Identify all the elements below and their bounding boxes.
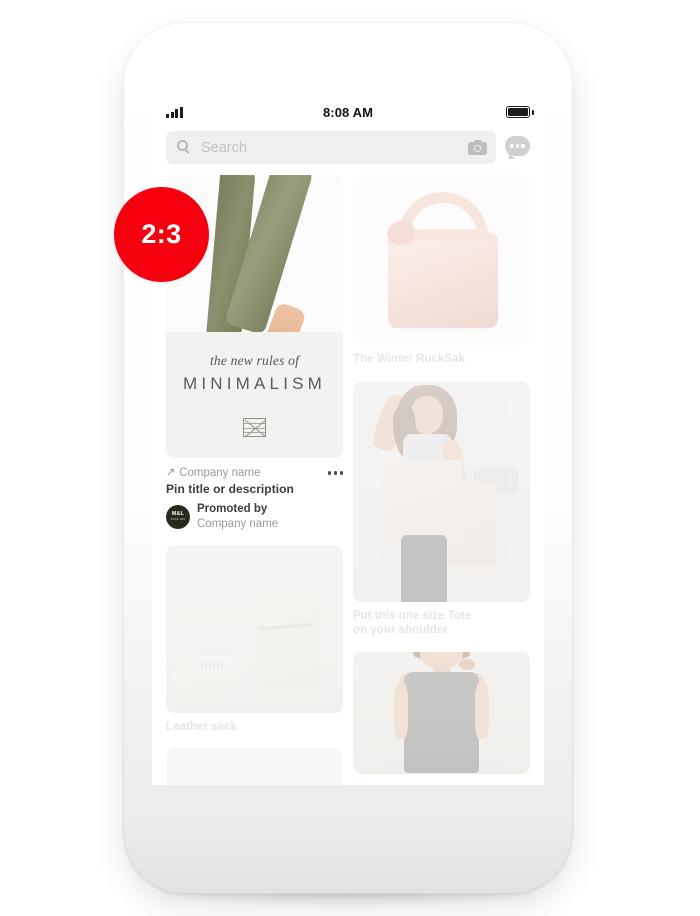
screenshot-stage: 8:08 AM Search the new rules of MINIMALI… bbox=[0, 0, 700, 916]
rucksak-image[interactable] bbox=[353, 175, 530, 345]
external-link-arrow-icon: ↗ bbox=[166, 466, 176, 478]
more-options-icon[interactable] bbox=[328, 471, 343, 475]
minimalism-caps-text: MINIMALISM bbox=[182, 374, 327, 394]
status-bar-right bbox=[506, 106, 534, 118]
promoted-by-label: Promoted by bbox=[197, 503, 268, 515]
partial-pin-image[interactable] bbox=[166, 748, 343, 785]
tote-image[interactable] bbox=[353, 380, 530, 602]
pin-partial-bottom-left[interactable] bbox=[166, 748, 343, 785]
promoted-pin-meta: ↗ Company name Pin title or description … bbox=[166, 467, 343, 531]
woman-with-tote-photo bbox=[353, 380, 530, 602]
pin-leather-sack[interactable]: Leather sack bbox=[166, 544, 343, 735]
search-placeholder: Search bbox=[201, 139, 247, 156]
tote-caption-line-2: on your shoulder bbox=[353, 624, 448, 636]
tote-caption-line-1: Put this one size Tote bbox=[353, 609, 472, 622]
promoted-by-company: Company name bbox=[197, 517, 279, 530]
pin-feed[interactable]: the new rules of MINIMALISM ↗ Company na… bbox=[152, 175, 544, 785]
tote-caption: Put this one size Tote on your shoulder bbox=[353, 609, 530, 638]
promoted-by-row: M&L SINCE 1981 Promoted by Company name bbox=[166, 503, 343, 531]
promoted-pin-company: Company name bbox=[179, 467, 261, 479]
search-icon bbox=[177, 140, 192, 155]
aspect-ratio-badge: 2:3 bbox=[114, 187, 209, 282]
hobo-bag-photo bbox=[353, 175, 530, 345]
chat-bubble-icon[interactable] bbox=[505, 136, 530, 159]
avatar-initials: M&L bbox=[171, 511, 185, 518]
status-bar: 8:08 AM bbox=[152, 97, 544, 127]
pin-gray-dress[interactable] bbox=[353, 651, 530, 774]
leather-sack-image[interactable] bbox=[166, 544, 343, 713]
minimalism-italic-text: the new rules of bbox=[209, 353, 300, 369]
feed-right-column: The Winter RuckSak Put this one size Tot… bbox=[353, 175, 530, 774]
promoted-pin-source-row: ↗ Company name bbox=[166, 467, 343, 479]
camera-icon[interactable] bbox=[468, 140, 487, 155]
sneakers-and-sack-photo bbox=[166, 544, 343, 713]
avatar-subtext: SINCE 1981 bbox=[170, 518, 186, 521]
pin-one-size-tote[interactable]: Put this one size Tote on your shoulder bbox=[353, 380, 530, 638]
promoted-by-text: Promoted by Company name bbox=[197, 503, 278, 531]
search-bar-row: Search bbox=[152, 127, 544, 175]
gray-dress-photo bbox=[353, 651, 530, 774]
leather-sack-caption: Leather sack bbox=[166, 720, 237, 733]
rucksak-caption: The Winter RuckSak bbox=[353, 353, 465, 365]
search-input[interactable]: Search bbox=[166, 131, 496, 164]
pin-winter-rucksak[interactable]: The Winter RuckSak bbox=[353, 175, 530, 367]
status-bar-time: 8:08 AM bbox=[322, 104, 374, 120]
phone-screen: 8:08 AM Search the new rules of MINIMALI… bbox=[152, 97, 544, 785]
avatar[interactable]: M&L SINCE 1981 bbox=[166, 504, 190, 529]
battery-full-icon bbox=[506, 106, 534, 118]
minimalism-card: the new rules of MINIMALISM bbox=[166, 332, 343, 458]
aspect-ratio-label: 2:3 bbox=[141, 219, 182, 249]
promoted-pin-title: Pin title or description bbox=[166, 482, 294, 496]
envelope-crosshatch-logo-icon bbox=[243, 418, 266, 438]
gray-dress-image[interactable] bbox=[353, 651, 530, 774]
